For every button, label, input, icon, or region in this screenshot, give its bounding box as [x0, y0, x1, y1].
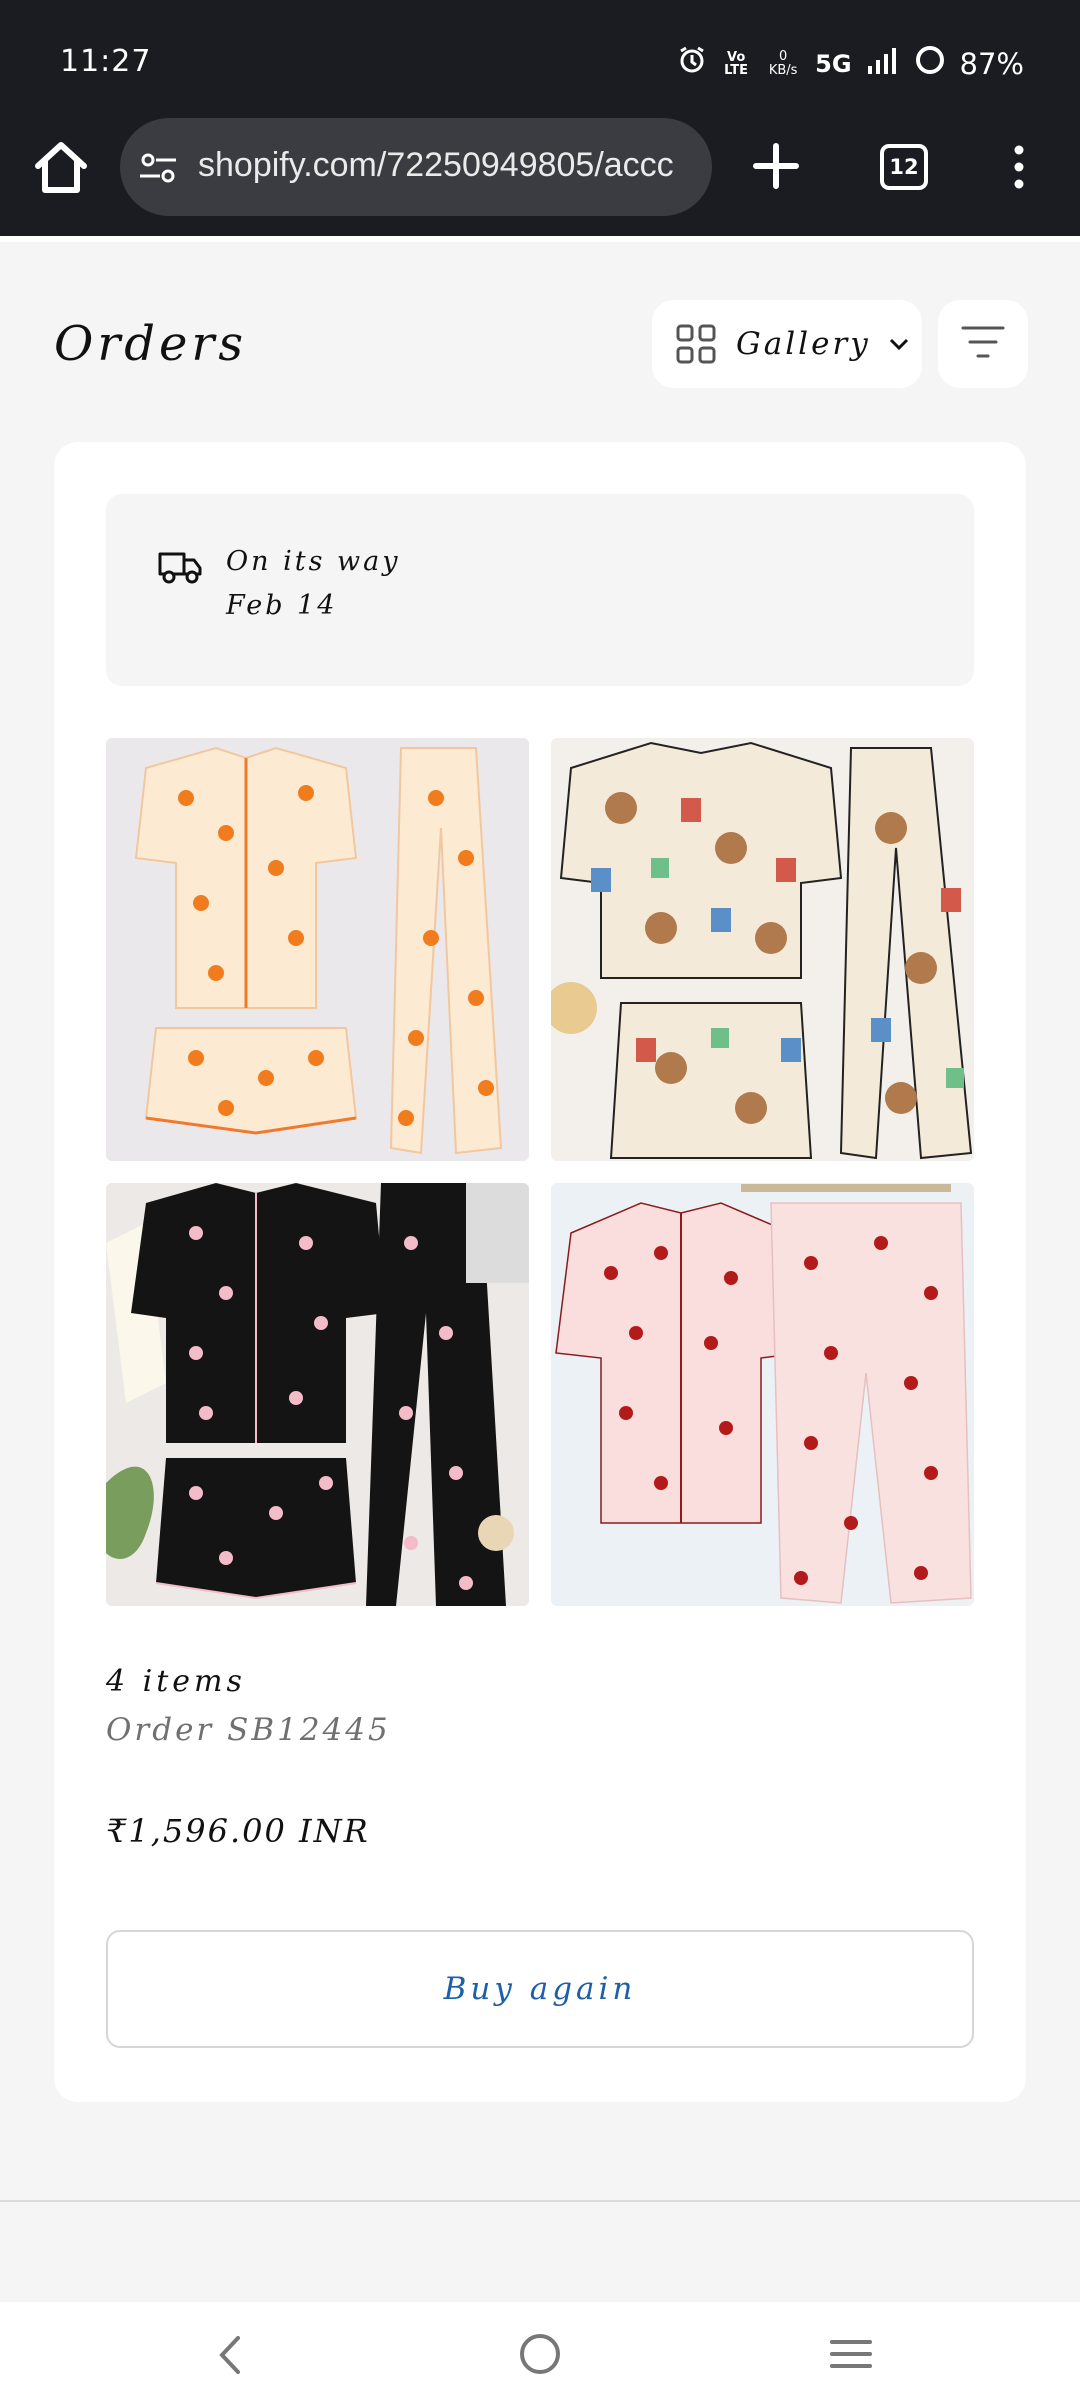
- items-count: 4 items: [106, 1664, 246, 1699]
- alarm-icon: [677, 45, 707, 82]
- home-circle-icon[interactable]: [518, 2332, 562, 2376]
- product-image-pink-heart-set[interactable]: [551, 1183, 974, 1606]
- orders-page: Orders Gallery On its way Feb 14 4 items…: [0, 242, 1080, 2202]
- view-selector-label: Gallery: [736, 326, 871, 362]
- order-card[interactable]: On its way Feb 14 4 items Order SB12445 …: [54, 442, 1026, 2102]
- shipping-status-label: On its way: [226, 546, 401, 577]
- tab-switcher-button[interactable]: 12: [880, 144, 928, 190]
- page-divider: [0, 2200, 1080, 2202]
- truck-icon: [158, 546, 202, 586]
- product-image-teddy-set[interactable]: [551, 738, 974, 1161]
- order-number: Order SB12445: [106, 1712, 391, 1748]
- volte-icon: Vo LTE: [724, 49, 749, 78]
- system-nav-bar: [0, 2302, 1080, 2408]
- network-type: 5G: [815, 49, 852, 78]
- chevron-down-icon: [887, 332, 911, 356]
- back-icon[interactable]: [210, 2330, 250, 2380]
- browser-toolbar: shopify.com/72250949805/accc 12: [0, 108, 1080, 236]
- status-bar: 11:27 Vo LTE 0 KB/s 5G 87%: [0, 0, 1080, 124]
- new-tab-icon[interactable]: [752, 142, 800, 190]
- buy-again-button[interactable]: Buy again: [106, 1930, 974, 2048]
- view-selector-button[interactable]: Gallery: [652, 300, 922, 388]
- recents-icon[interactable]: [828, 2336, 874, 2372]
- shipping-date: Feb 14: [226, 590, 338, 621]
- filter-button[interactable]: [938, 300, 1028, 388]
- battery-percent: 87%: [959, 46, 1024, 81]
- status-time: 11:27: [60, 44, 152, 79]
- data-rate-indicator: 0 KB/s: [768, 48, 798, 78]
- signal-icon: [866, 46, 900, 81]
- product-gallery: [106, 738, 974, 1606]
- product-image-orange-set[interactable]: [106, 738, 529, 1161]
- more-options-icon[interactable]: [1004, 142, 1034, 192]
- status-icons: Vo LTE 0 KB/s 5G 87%: [677, 44, 1024, 83]
- shipping-status: On its way Feb 14: [106, 494, 974, 686]
- site-settings-icon[interactable]: [138, 148, 178, 188]
- battery-icon: [914, 44, 946, 83]
- product-image-black-heart-set[interactable]: [106, 1183, 529, 1606]
- order-total: ₹1,596.00 INR: [106, 1812, 370, 1850]
- filter-icon: [961, 324, 1005, 364]
- grid-icon: [676, 324, 716, 364]
- page-title: Orders: [54, 316, 248, 372]
- home-icon[interactable]: [30, 136, 92, 198]
- address-bar[interactable]: shopify.com/72250949805/accc: [120, 118, 712, 216]
- url-text[interactable]: shopify.com/72250949805/accc: [198, 146, 674, 185]
